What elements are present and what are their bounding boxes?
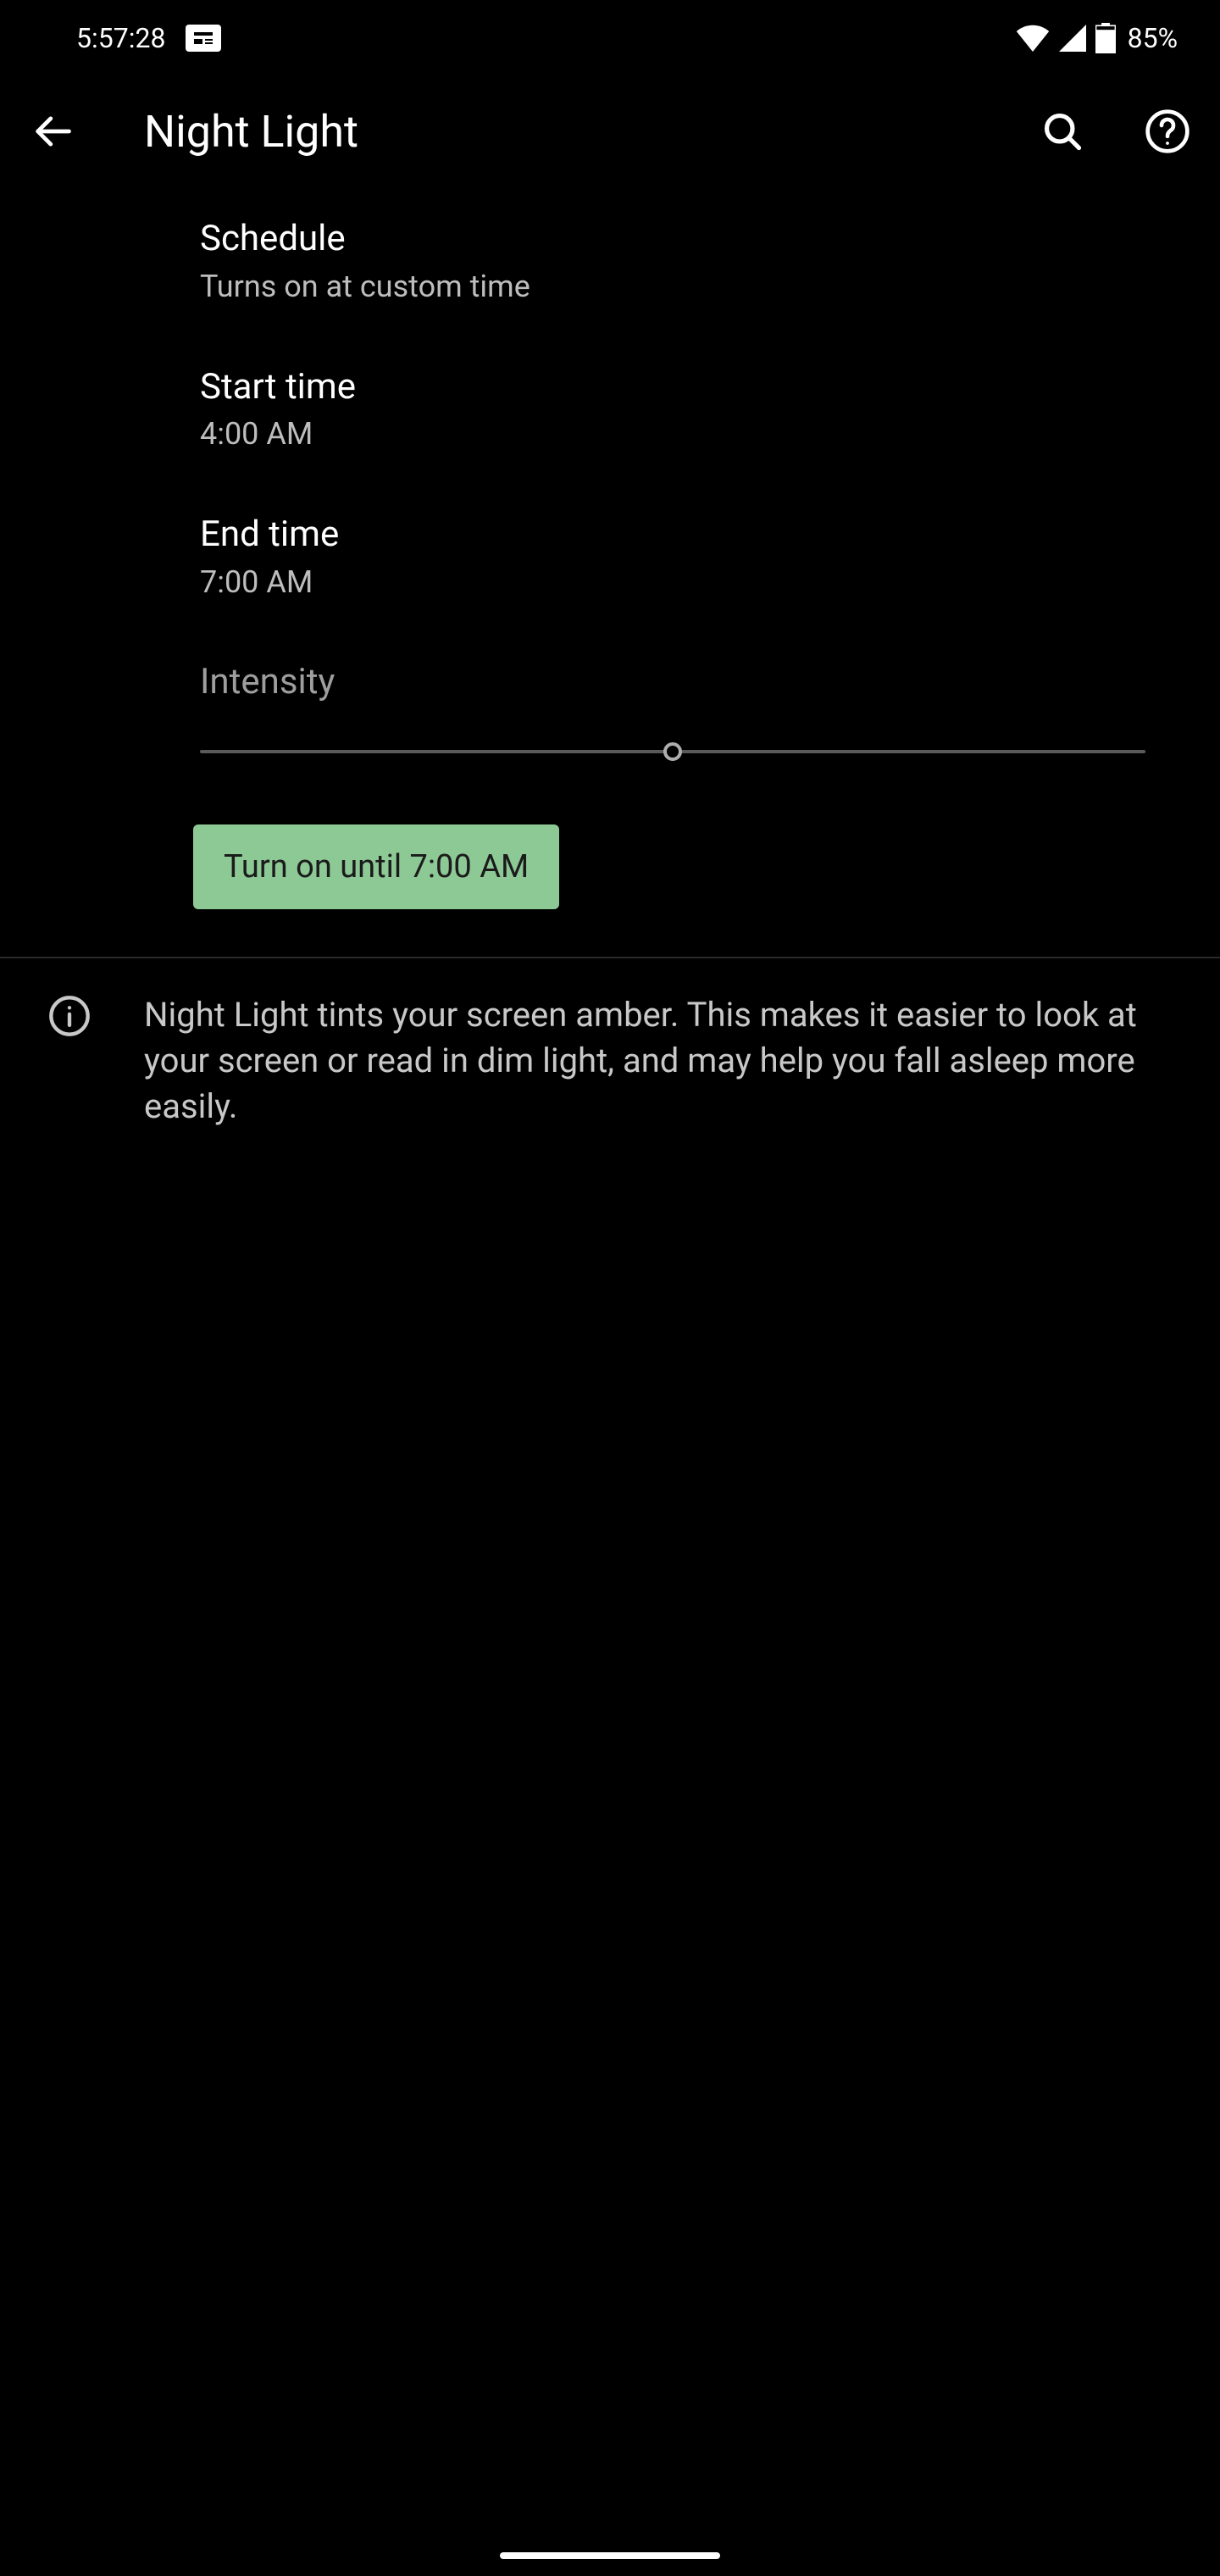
info-icon	[47, 994, 92, 1038]
turn-on-button[interactable]: Turn on until 7:00 AM	[193, 824, 559, 909]
wifi-icon	[1016, 25, 1050, 52]
end-time-title: End time	[200, 513, 1186, 558]
slider-thumb[interactable]	[663, 742, 682, 761]
page-title: Night Light	[144, 106, 983, 158]
intensity-setting: Intensity	[0, 630, 1220, 777]
schedule-title: Schedule	[200, 217, 1186, 262]
end-time-setting[interactable]: End time 7:00 AM	[0, 482, 1220, 630]
battery-percentage: 85%	[1128, 22, 1178, 54]
news-icon	[186, 25, 221, 52]
info-text: Night Light tints your screen amber. Thi…	[144, 992, 1178, 1130]
info-section: Night Light tints your screen amber. Thi…	[0, 958, 1220, 1163]
search-button[interactable]	[1037, 106, 1088, 157]
battery-icon	[1095, 23, 1116, 53]
cell-signal-icon	[1058, 25, 1087, 52]
start-time-title: Start time	[200, 365, 1186, 410]
status-time: 5:57:28	[76, 22, 165, 54]
start-time-value: 4:00 AM	[200, 416, 1186, 452]
help-button[interactable]	[1142, 106, 1193, 157]
back-button[interactable]	[27, 106, 78, 157]
nav-handle[interactable]	[500, 2552, 720, 2559]
schedule-subtitle: Turns on at custom time	[200, 269, 1186, 304]
start-time-setting[interactable]: Start time 4:00 AM	[0, 335, 1220, 483]
end-time-value: 7:00 AM	[200, 564, 1186, 600]
app-bar: Night Light	[0, 76, 1220, 186]
intensity-slider[interactable]	[200, 743, 1145, 760]
schedule-setting[interactable]: Schedule Turns on at custom time	[0, 186, 1220, 335]
status-bar: 5:57:28 85%	[0, 0, 1220, 76]
intensity-label: Intensity	[200, 661, 1145, 702]
